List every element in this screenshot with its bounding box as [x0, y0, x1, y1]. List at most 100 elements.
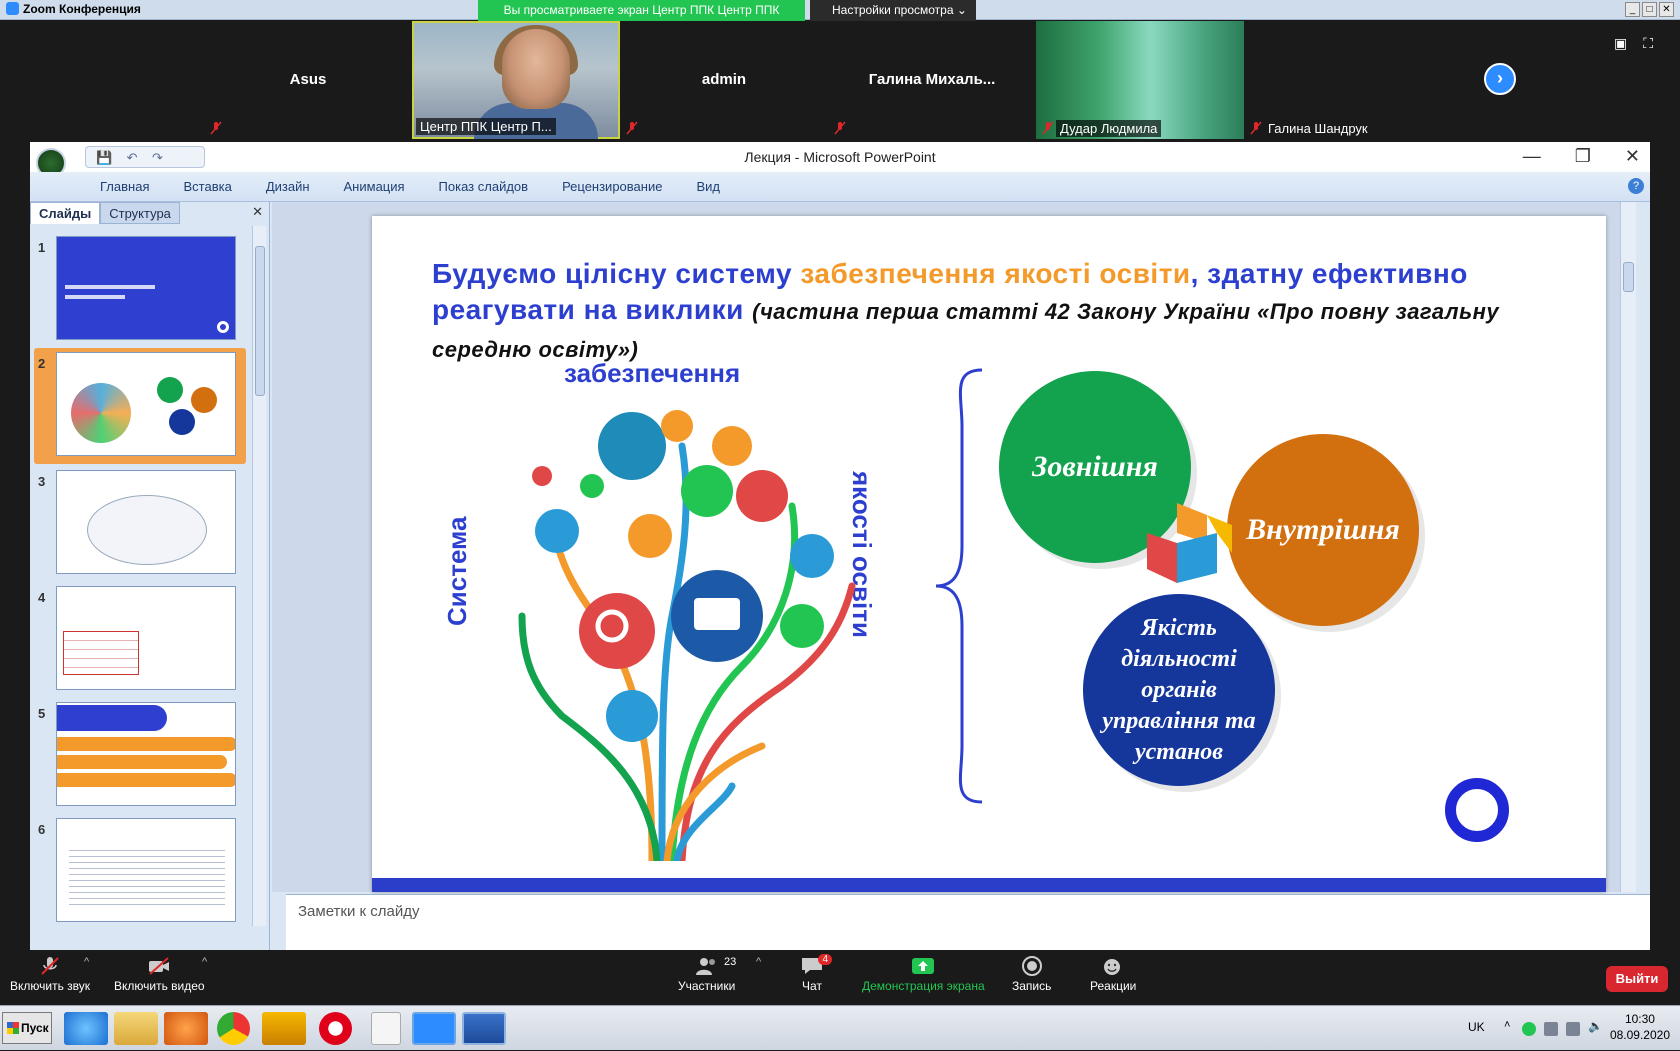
document-icon[interactable] — [371, 1012, 401, 1045]
participant-label: Центр ППК Центр П... — [416, 118, 556, 135]
video-off-icon — [149, 957, 170, 975]
tray-network-icon[interactable] — [1544, 1022, 1558, 1036]
participant-tile[interactable]: admin — [620, 21, 828, 139]
participant-tile[interactable]: Галина Шандрук — [1244, 21, 1452, 139]
tab-design[interactable]: Дизайн — [266, 179, 310, 194]
start-video-label: Включить видео — [114, 979, 205, 993]
tab-view[interactable]: Вид — [696, 179, 720, 194]
tab-animation[interactable]: Анимация — [344, 179, 405, 194]
fullscreen-icon[interactable]: ⛶ — [1643, 35, 1653, 52]
start-video-button[interactable]: Включить видео — [114, 956, 205, 993]
restore-icon[interactable]: ❐ — [1575, 146, 1591, 167]
slide-number: 6 — [38, 822, 46, 837]
windows-taskbar: Пуск UK ˄ 🔈 10:30 08.09.2020 — [0, 1005, 1680, 1050]
slide-thumbnail[interactable] — [56, 702, 236, 806]
close-icon[interactable]: ✕ — [1625, 146, 1640, 167]
ppt-window-controls: — ❐ ✕ — [1523, 146, 1640, 167]
slide-bottom-bar — [372, 878, 1606, 892]
internet-explorer-icon[interactable] — [64, 1012, 108, 1045]
maximize-icon[interactable]: □ — [1642, 2, 1657, 17]
slide-number: 4 — [38, 590, 46, 605]
slide-thumbnail[interactable] — [56, 470, 236, 574]
slide-thumbnail[interactable] — [56, 818, 236, 922]
caret-up-icon[interactable]: ^ — [202, 956, 207, 968]
caret-up-icon[interactable]: ^ — [756, 956, 761, 968]
zoom-app-title: Zoom Конференция — [6, 2, 141, 16]
slide-number: 1 — [38, 240, 46, 255]
slide-thumbnail[interactable] — [56, 586, 236, 690]
panel-tabs: Слайды Структура — [30, 202, 270, 224]
tab-slideshow[interactable]: Показ слайдов — [439, 179, 529, 194]
clock-date: 08.09.2020 — [1609, 1028, 1670, 1042]
tray-expand-icon[interactable]: ˄ — [1504, 1019, 1518, 1033]
scroll-thumb[interactable] — [1623, 262, 1634, 292]
reactions-label: Реакции — [1090, 979, 1137, 993]
media-player-icon[interactable] — [164, 1012, 208, 1045]
circle-management-quality: Якість діяльності органів управління та … — [1083, 594, 1275, 786]
minimize-icon[interactable]: — — [1523, 146, 1541, 167]
caret-up-icon[interactable]: ^ — [84, 956, 89, 968]
chat-button[interactable]: 4 Чат — [800, 954, 832, 993]
file-explorer-icon[interactable] — [114, 1012, 158, 1045]
minimize-icon[interactable]: _ — [1625, 2, 1640, 17]
slide-thumbnail-selected[interactable] — [56, 352, 236, 456]
language-indicator[interactable]: UK — [1468, 1020, 1485, 1034]
start-button[interactable]: Пуск — [2, 1012, 52, 1044]
participant-tile-video[interactable]: Дудар Людмила — [1036, 21, 1244, 139]
slide-number: 5 — [38, 706, 46, 721]
reactions-button[interactable]: Реакции — [1090, 956, 1136, 993]
notes-pane[interactable]: Заметки к слайду — [286, 894, 1650, 950]
tab-slides[interactable]: Слайды — [30, 202, 101, 224]
participants-button[interactable]: 23 Участники — [678, 956, 737, 993]
slide-thumbnails: 1 2 3 4 5 6 — [30, 226, 250, 926]
participant-label: Галина Шандрук — [1268, 121, 1368, 136]
unmute-button[interactable]: Включить звук — [10, 956, 90, 993]
word-icon[interactable] — [462, 1012, 506, 1045]
zoom-app-icon[interactable] — [412, 1012, 456, 1045]
slide-vertical-scrollbar[interactable] — [1620, 202, 1636, 892]
brace-shape — [935, 368, 983, 804]
volume-icon[interactable]: 🔈 — [1588, 1019, 1603, 1033]
record-button[interactable]: Запись — [1012, 956, 1051, 993]
opera-icon[interactable] — [319, 1012, 352, 1045]
help-icon[interactable]: ? — [1628, 178, 1644, 194]
participant-tile-video[interactable]: Центр ППК Центр П... — [412, 21, 620, 139]
muted-mic-icon — [626, 121, 638, 135]
chrome-icon[interactable] — [217, 1012, 250, 1045]
tab-review[interactable]: Рецензирование — [562, 179, 662, 194]
slide-number: 2 — [38, 356, 46, 371]
next-page-button[interactable]: › — [1484, 63, 1516, 95]
logo-ring-icon — [1445, 778, 1509, 842]
tray-app-icon[interactable] — [1522, 1022, 1536, 1036]
tray-device-icon[interactable] — [1566, 1022, 1580, 1036]
circle-internal: Внутрішня — [1227, 434, 1419, 626]
record-icon — [1021, 956, 1042, 976]
participant-tile[interactable]: Asus — [204, 21, 412, 139]
view-layout-icon[interactable]: ▣ — [1614, 35, 1627, 52]
tab-outline[interactable]: Структура — [100, 202, 180, 224]
muted-mic-icon — [1250, 121, 1262, 135]
muted-mic-icon — [1042, 121, 1054, 135]
zoom-toolbar: Включить звук ^ Включить видео ^ 23 Учас… — [0, 950, 1680, 1005]
participant-tile[interactable]: Галина Михаль... — [828, 21, 1036, 139]
tab-insert[interactable]: Вставка — [183, 179, 231, 194]
participant-label: Дудар Людмила — [1056, 120, 1162, 137]
current-slide[interactable]: Будуємо цілісну систему забезпечення яко… — [372, 216, 1606, 892]
participants-count: 23 — [724, 956, 737, 968]
leave-button[interactable]: Выйти — [1606, 966, 1668, 992]
muted-mic-icon — [210, 121, 222, 135]
tab-home[interactable]: Главная — [100, 179, 149, 194]
app-icon[interactable] — [262, 1012, 306, 1045]
slide-thumbnail[interactable] — [56, 236, 236, 340]
close-icon[interactable]: ✕ — [1659, 2, 1674, 17]
view-options-button[interactable]: Настройки просмотра ⌄ — [810, 0, 976, 21]
zoom-title-text: Zoom Конференция — [23, 2, 141, 16]
close-icon[interactable]: ✕ — [252, 204, 263, 220]
share-screen-button[interactable]: Демонстрация экрана — [862, 956, 985, 993]
ribbon-tabs: Главная Вставка Дизайн Анимация Показ сл… — [100, 179, 720, 194]
panel-scrollbar[interactable] — [252, 226, 266, 926]
panel-scroll-thumb[interactable] — [255, 246, 265, 396]
clock[interactable]: 10:30 08.09.2020 — [1610, 1011, 1670, 1043]
share-banner: Вы просматриваете экран Центр ППК Центр … — [478, 0, 805, 21]
participant-name: admin — [701, 71, 747, 88]
